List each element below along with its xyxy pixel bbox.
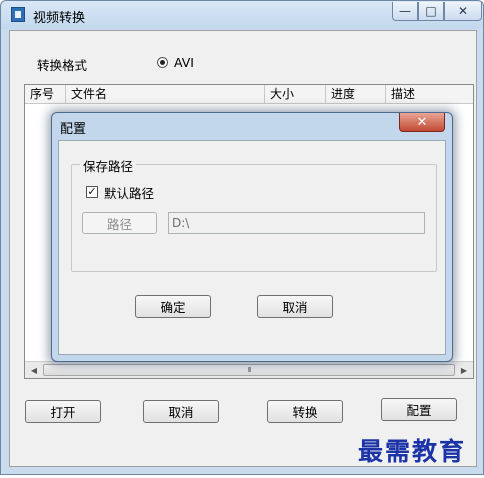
- dialog-title: 配置: [60, 122, 87, 137]
- ok-button[interactable]: 确定: [135, 295, 211, 318]
- horizontal-scrollbar[interactable]: ◀ III ▶: [25, 361, 473, 378]
- column-header-description[interactable]: 描述: [386, 85, 473, 104]
- path-input[interactable]: D:\: [168, 212, 425, 234]
- default-path-checkbox[interactable]: ✓: [86, 186, 98, 198]
- column-header-size[interactable]: 大小: [265, 85, 326, 104]
- close-button[interactable]: ✕: [444, 2, 482, 21]
- title-bar[interactable]: 视频转换 — □ ✕: [1, 1, 483, 29]
- column-header-filename[interactable]: 文件名: [66, 85, 265, 104]
- save-path-group: 保存路径 ✓ 默认路径 路径 D:\: [71, 156, 437, 272]
- maximize-button[interactable]: □: [418, 2, 444, 21]
- dialog-cancel-button[interactable]: 取消: [257, 295, 333, 318]
- column-header-progress[interactable]: 进度: [326, 85, 386, 104]
- convert-button[interactable]: 转换: [267, 400, 343, 423]
- config-button[interactable]: 配置: [381, 398, 457, 421]
- config-dialog: 配置 ✕ 保存路径 ✓ 默认路径 路径 D:\ 确定 取消: [51, 112, 453, 362]
- scroll-right-icon[interactable]: ▶: [457, 363, 471, 377]
- column-header-index[interactable]: 序号: [25, 85, 66, 104]
- group-title: 保存路径: [80, 156, 137, 175]
- default-path-label[interactable]: 默认路径: [104, 183, 154, 202]
- scroll-left-icon[interactable]: ◀: [27, 363, 41, 377]
- path-button[interactable]: 路径: [82, 212, 157, 234]
- format-label: 转换格式: [37, 58, 88, 73]
- watermark-text: 最需教育: [358, 437, 467, 466]
- list-header: 序号 文件名 大小 进度 描述: [25, 85, 473, 104]
- scrollbar-thumb[interactable]: III: [43, 364, 455, 376]
- app-icon: [11, 7, 25, 22]
- window-title: 视频转换: [33, 11, 86, 26]
- dialog-client-area: 保存路径 ✓ 默认路径 路径 D:\ 确定 取消: [58, 140, 446, 355]
- cancel-button[interactable]: 取消: [143, 400, 219, 423]
- minimize-button[interactable]: —: [392, 2, 418, 21]
- open-button[interactable]: 打开: [25, 400, 101, 423]
- avi-radio-label[interactable]: AVI: [174, 55, 194, 70]
- dialog-close-button[interactable]: ✕: [399, 113, 445, 132]
- avi-radio[interactable]: [157, 57, 168, 68]
